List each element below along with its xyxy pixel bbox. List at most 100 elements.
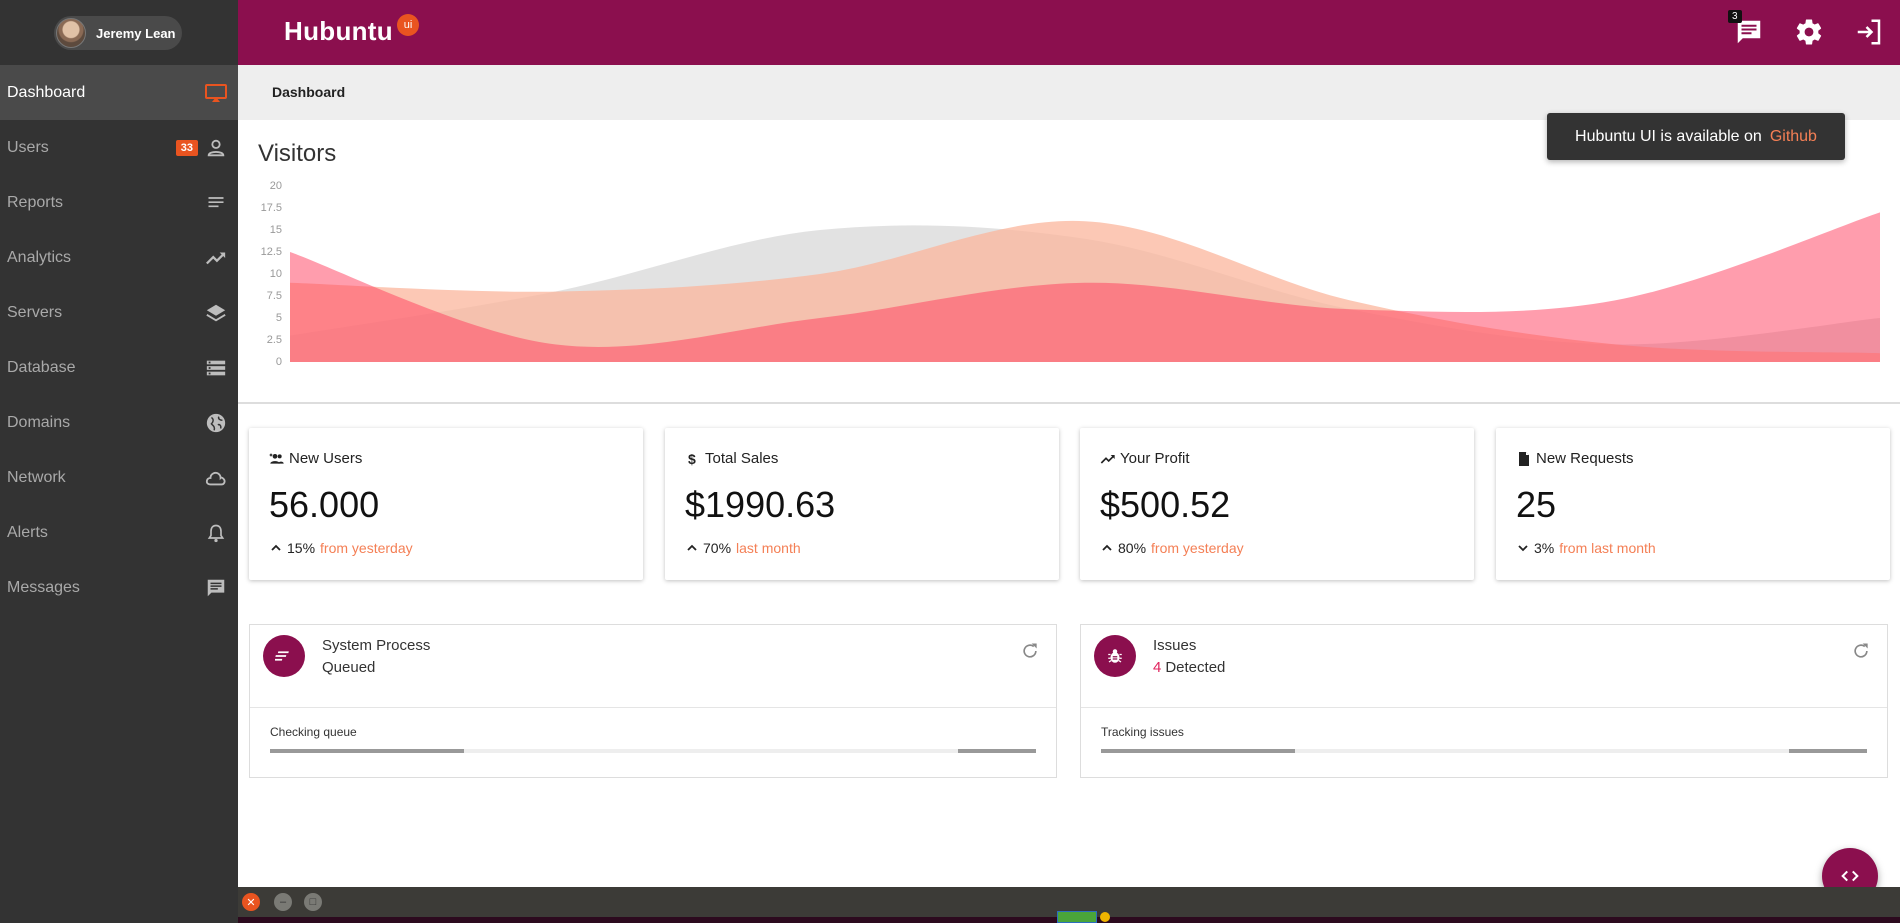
lines-icon	[263, 635, 305, 677]
system-process-card: System Process Queued Checking queue	[249, 624, 1057, 778]
chat-icon	[204, 576, 228, 600]
stat-hint: from yesterday	[1151, 540, 1244, 556]
window-close-button[interactable]: ✕	[242, 893, 260, 911]
sidebar-item-database[interactable]: Database	[0, 340, 238, 395]
brand-logo[interactable]: Hubuntu	[284, 16, 393, 47]
sidebar-item-network[interactable]: Network	[0, 450, 238, 505]
progress-track	[1101, 749, 1867, 753]
breadcrumb: Dashboard	[238, 65, 1900, 120]
sidebar-item-alerts[interactable]: Alerts	[0, 505, 238, 560]
bug-icon	[1094, 635, 1136, 677]
bell-icon	[204, 521, 228, 545]
stat-value: 56.000	[269, 484, 380, 525]
process-status: Detected	[1165, 659, 1226, 676]
sidebar: Jeremy Lean Dashboard Users 33 Reports A…	[0, 0, 238, 923]
dollar-icon: $	[685, 451, 701, 467]
visitors-card: Visitors 0 2.5 5 7.5 10 12.5 15 17.5 20	[238, 120, 1900, 404]
layers-icon	[204, 301, 228, 325]
sidebar-item-analytics[interactable]: Analytics	[0, 230, 238, 285]
issues-count: 4	[1153, 659, 1162, 676]
stat-card-your-profit: Your Profit $500.52 80% from yesterday	[1080, 428, 1474, 580]
github-toast: Hubuntu UI is available on Github	[1547, 113, 1845, 160]
y-tick-label: 20	[270, 180, 282, 192]
sidebar-item-domains[interactable]: Domains	[0, 395, 238, 450]
breadcrumb-current: Dashboard	[272, 84, 346, 100]
stat-card-total-sales: $ Total Sales $1990.63 70% last month	[665, 428, 1059, 580]
stat-value: $500.52	[1100, 484, 1231, 525]
sidebar-item-messages[interactable]: Messages	[0, 560, 238, 615]
sidebar-nav: Dashboard Users 33 Reports Analytics Ser…	[0, 65, 238, 615]
monitor-icon	[204, 81, 228, 105]
stat-header: New Users	[269, 450, 362, 467]
sidebar-item-users[interactable]: Users 33	[0, 120, 238, 175]
stat-percent: 3%	[1534, 540, 1555, 556]
stat-header: New Requests	[1516, 450, 1634, 467]
stat-footer: 15% from yesterday	[269, 540, 413, 556]
chevron-up-icon	[685, 540, 699, 556]
user-name: Jeremy Lean	[96, 25, 176, 41]
stat-card-new-users: New Users 56.000 15% from yesterday	[249, 428, 643, 580]
trending-up-icon	[204, 246, 228, 270]
y-tick-label: 10	[270, 268, 282, 280]
top-app-bar: Hubuntu ui	[238, 0, 1900, 65]
sidebar-item-dashboard[interactable]: Dashboard	[0, 65, 238, 120]
logout-button[interactable]	[1854, 17, 1884, 47]
stat-header: $ Total Sales	[685, 450, 778, 467]
y-tick-label: 0	[276, 356, 282, 368]
globe-icon	[204, 411, 228, 435]
process-subtitle: Checking queue	[270, 725, 357, 739]
refresh-icon[interactable]	[1020, 641, 1040, 661]
stat-footer: 80% from yesterday	[1100, 540, 1244, 556]
progress-bar	[958, 749, 1036, 753]
toast-text: Hubuntu UI is available on	[1575, 127, 1762, 145]
progress-bar	[1101, 749, 1295, 753]
stat-footer: 3% from last month	[1516, 540, 1656, 556]
progress-bar	[1789, 749, 1867, 753]
github-link[interactable]: Github	[1770, 128, 1817, 146]
y-tick-label: 7.5	[267, 290, 282, 302]
brand-ui-badge: ui	[397, 14, 419, 36]
code-icon	[1841, 870, 1859, 882]
chevron-up-icon	[269, 540, 283, 556]
svg-text:$: $	[688, 451, 696, 467]
refresh-icon[interactable]	[1851, 641, 1871, 661]
y-tick-label: 15	[270, 224, 282, 236]
process-status: Queued	[322, 659, 376, 676]
stat-percent: 80%	[1118, 540, 1147, 556]
sidebar-item-reports[interactable]: Reports	[0, 175, 238, 230]
visitors-chart: 0 2.5 5 7.5 10 12.5 15 17.5 20	[261, 180, 1880, 368]
exit-icon	[1857, 19, 1881, 45]
stat-footer: 70% last month	[685, 540, 801, 556]
progress-bar	[270, 749, 464, 753]
y-tick-label: 17.5	[261, 202, 282, 214]
chevron-up-icon	[1100, 540, 1114, 556]
y-tick-label: 12.5	[261, 246, 282, 258]
stat-hint: from yesterday	[320, 540, 413, 556]
stat-hint: from last month	[1559, 540, 1656, 556]
process-subtitle: Tracking issues	[1101, 725, 1184, 739]
issues-card: Issues 4 Detected Tracking issues	[1080, 624, 1888, 778]
gear-icon	[1796, 19, 1822, 45]
cloud-icon	[204, 466, 228, 490]
tray-app-icon[interactable]	[1057, 911, 1097, 923]
window-maximize-button[interactable]: □	[304, 893, 322, 911]
file-icon	[1516, 451, 1532, 467]
settings-button[interactable]	[1794, 17, 1824, 47]
tray-weather-icon[interactable]	[1100, 912, 1110, 922]
stat-label: New Users	[289, 450, 363, 467]
stat-hint: last month	[736, 540, 801, 556]
progress-track	[270, 749, 1036, 753]
stat-label: Total Sales	[705, 450, 779, 467]
database-icon	[204, 356, 228, 380]
chevron-down-icon	[1516, 540, 1530, 556]
y-tick-label: 2.5	[267, 334, 282, 346]
lines-icon	[204, 191, 228, 215]
sidebar-item-servers[interactable]: Servers	[0, 285, 238, 340]
window-minimize-button[interactable]: –	[274, 893, 292, 911]
user-profile-chip[interactable]: Jeremy Lean	[54, 16, 182, 50]
user-icon	[204, 136, 228, 160]
process-status-line: 4 Detected	[1153, 659, 1225, 676]
stat-card-new-requests: New Requests 25 3% from last month	[1496, 428, 1890, 580]
stat-header: Your Profit	[1100, 450, 1190, 467]
stat-value: $1990.63	[685, 484, 836, 525]
